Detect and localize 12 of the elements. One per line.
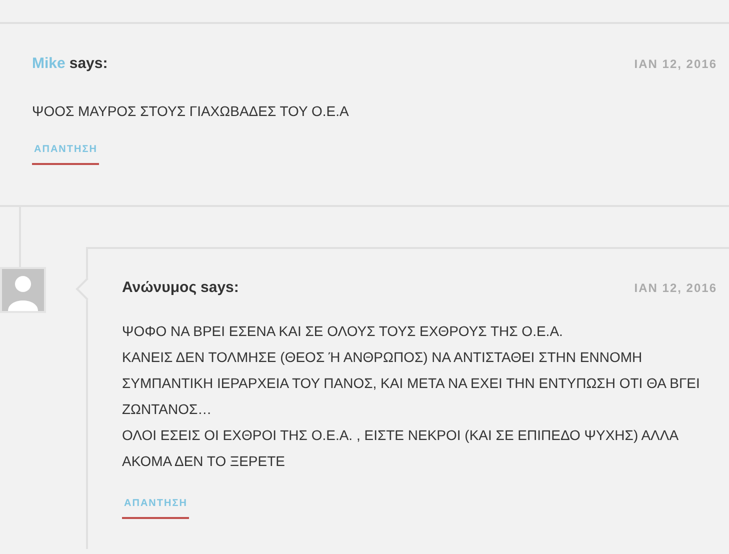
comment-date: ΙΑΝ 12, 2016 xyxy=(634,56,717,70)
comment-text: ΨΟΦΟ ΝΑ ΒΡΕΙ ΕΣΕΝΑ ΚΑΙ ΣΕ ΟΛΟΥΣ ΤΟΥΣ ΕΧΘΡΟΥΣ ΤΗΣ Ο.Ε.Α. xyxy=(122,322,564,341)
comment-text: ΚΑΝΕΙΣ ΔΕΝ ΤΟΛΜΗΣΕ (ΘΕΟΣ Ή ΑΝΘΡΩΠΟΣ) ΝΑ ΑΝΤΙΣΤΑΘΕΙ ΣΤΗΝ ΕΝΝΟΜΗ ΣΥΜΠΑΝΤΙΚΗ ΙΕΡΑΡΧΕΙΑ ΤΟΥ ΠΑΝΟΣ, ΚΑΙ ΜΕΤΑ ΝΑ ΕΧΕΙ ΤΗΝ ΕΝΤΥΠΩΣΗ ΟΤΙ ΘΑ ΒΓΕΙ ΖΩΝΤΑΝΟΣ… xyxy=(122,348,701,419)
comment-text: ΨΟΟΣ ΜΑΥΡΟΣ ΣΤΟΥΣ ΓΙΑΧΩΒΑΔΕΣ ΤΟΥ Ο.Ε.Α xyxy=(32,102,350,121)
author-link[interactable]: Mike xyxy=(32,55,66,72)
says-label: says: xyxy=(69,55,108,72)
author-name: Ανώνυμος xyxy=(122,279,197,296)
says-label: says: xyxy=(200,279,239,296)
comment-text: ΟΛΟΙ ΕΣΕΙΣ ΟΙ ΕΧΘΡΟΙ ΤΗΣ Ο.Ε.Α. , ΕΙΣΤΕ ΝΕΚΡΟΙ (ΚΑΙ ΣΕ ΕΠΙΠΕΔΟ ΨΥΧΗΣ) ΑΛΛΑ ΑΚΟΜΑ ΔΕΝ ΤΟ ΞΕΡΕΤΕ xyxy=(122,426,680,471)
comment-date: ΙΑΝ 12, 2016 xyxy=(634,280,717,294)
reply-link[interactable]: ΑΠΑΝΤΗΣΗ xyxy=(32,144,100,165)
reply-link[interactable]: ΑΠΑΝΤΗΣΗ xyxy=(122,498,190,519)
